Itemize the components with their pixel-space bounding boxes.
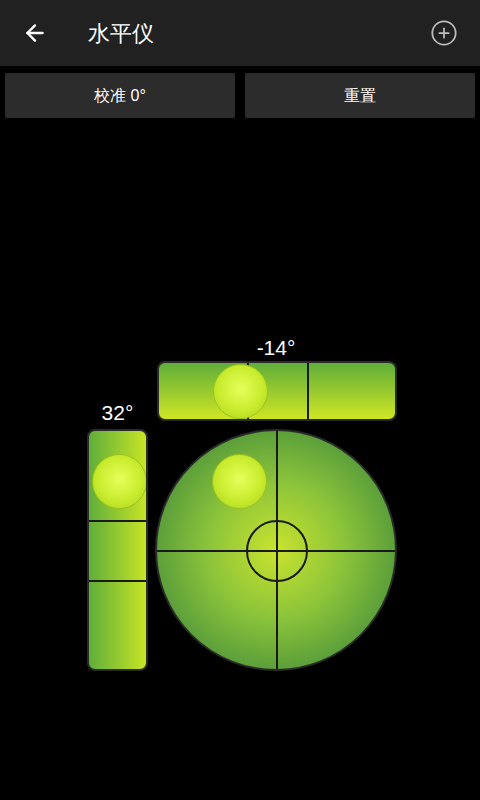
back-button[interactable] [20, 18, 50, 48]
title: 水平仪 [88, 17, 428, 50]
bubble-level-circle [155, 429, 397, 671]
action-button[interactable]: 重置 [245, 73, 475, 118]
horizontal-reading: -14° [155, 335, 397, 361]
vertical-level-group: 32° [87, 400, 148, 671]
action-button[interactable]: 校准 0° [5, 73, 235, 118]
button-row: 校准 0°重置 [0, 73, 480, 118]
horizontal-mark-line [307, 363, 309, 419]
right-group: -14° [155, 335, 397, 671]
horizontal-bubble [213, 364, 268, 419]
vertical-mark-line [89, 520, 146, 522]
top-bar: 水平仪 [0, 0, 480, 66]
level-app: 水平仪校准 0°重置 32° -14° [0, 0, 480, 800]
plus-circle-icon [430, 19, 458, 47]
crosshair-horizontal [157, 550, 395, 552]
vertical-reading: 32° [102, 400, 134, 426]
back-arrow-icon [22, 20, 48, 46]
vertical-bubble [92, 454, 147, 509]
level-area: 32° -14° [0, 118, 480, 671]
horizontal-level-bar [157, 361, 397, 421]
center-target-ring [246, 520, 308, 582]
vertical-mark-line [89, 580, 146, 582]
circle-bubble [212, 454, 267, 509]
vertical-level-bar [87, 429, 148, 671]
add-button[interactable] [428, 17, 460, 49]
